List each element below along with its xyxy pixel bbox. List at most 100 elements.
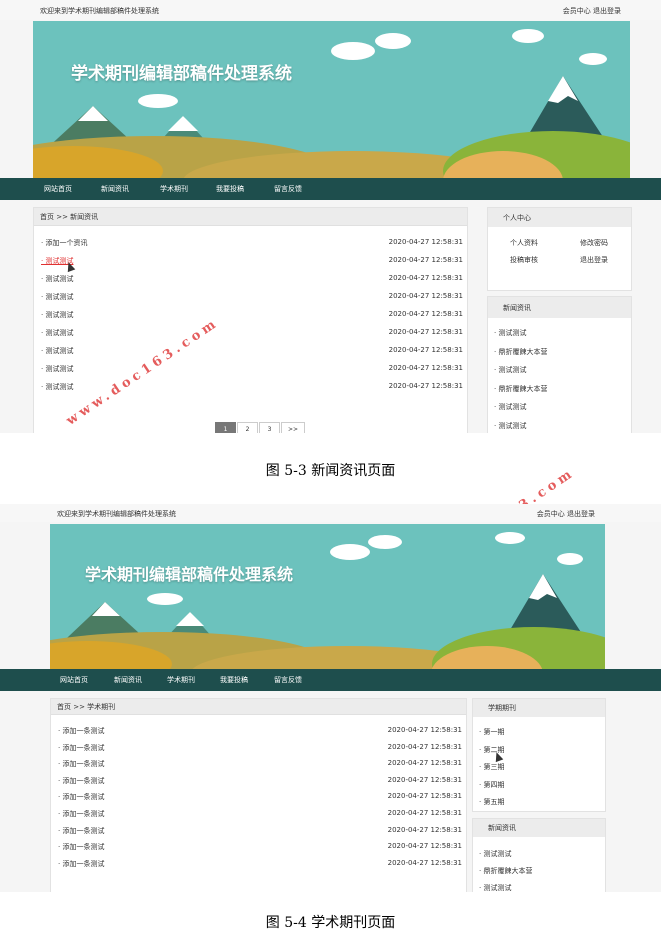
nav-item-news[interactable]: 新闻资讯 [114,675,142,685]
journal-issues-header: 学期期刊 [473,699,605,717]
breadcrumb-text: 首页 >> 新闻资讯 [40,212,99,221]
row-title[interactable]: · 添加一条测试 [58,759,104,769]
next-page-button[interactable]: >> [281,422,305,433]
breadcrumb-text: 首页 >> 学术期刊 [57,702,116,711]
nav-item-feedback[interactable]: 留言反馈 [274,184,302,194]
nav-item-home[interactable]: 网站首页 [60,675,88,685]
row-title[interactable]: · 添加一条测试 [58,792,104,802]
row-title[interactable]: · 添加一条测试 [58,826,104,836]
page-1-button[interactable]: 1 [215,422,236,433]
row-date: 2020-04-27 12:58:31 [388,274,463,282]
sidebar-news-item[interactable]: · 鼎折覆餗大本营 [494,347,547,357]
screenshot-news-page: 欢迎来到学术期刊编辑部稿件处理系统 会员中心 退出登录 学术期刊编辑部稿件处理系… [0,0,661,433]
row-date: 2020-04-27 12:58:31 [388,364,463,372]
row-title[interactable]: · 测试测试 [41,364,73,374]
row-date: 2020-04-27 12:58:31 [388,238,463,246]
nav-item-submit[interactable]: 我要投稿 [220,675,248,685]
user-links[interactable]: 会员中心 退出登录 [537,509,595,519]
news-sidebar-title: 新闻资讯 [503,303,531,312]
logout-link[interactable]: 退出登录 [580,255,608,265]
news-sidebar: 新闻资讯 · 测试测试 · 鼎折覆餗大本营 · 测试测试 · 鼎折覆餗大本营 · 测试测… [487,296,632,433]
change-password-link[interactable]: 修改密码 [580,238,608,248]
sidebar-news-item[interactable]: · 测试测试 [494,402,526,412]
banner: 学术期刊编辑部稿件处理系统 [50,524,605,669]
row-date: 2020-04-27 12:58:31 [387,726,462,734]
member-center-header: 个人中心 [488,208,631,227]
breadcrumb: 首页 >> 新闻资讯 [34,208,467,226]
news-sidebar-header: 新闻资讯 [488,297,631,318]
sidebar-news-item[interactable]: · 测试测试 [494,421,526,431]
row-title[interactable]: · 测试测试 [41,274,73,284]
user-links[interactable]: 会员中心 退出登录 [563,6,621,16]
sidebar-news-item[interactable]: · 鼎折覆餗大本营 [479,866,532,876]
row-title[interactable]: · 添加一个资讯 [41,238,87,248]
news-sidebar-title: 新闻资讯 [488,824,516,832]
row-date: 2020-04-27 12:58:31 [388,382,463,390]
profile-link[interactable]: 个人资料 [510,238,538,248]
welcome-text: 欢迎来到学术期刊编辑部稿件处理系统 [40,7,159,15]
sidebar-issue-item[interactable]: · 第五期 [479,797,504,807]
row-date: 2020-04-27 12:58:31 [387,775,462,784]
nav-item-submit[interactable]: 我要投稿 [216,184,244,194]
banner-landscape [50,524,605,669]
journal-issues-title: 学期期刊 [488,704,516,712]
sidebar-news-item[interactable]: · 测试测试 [494,328,526,338]
row-title[interactable]: · 测试测试 [41,382,73,392]
row-date: 2020-04-27 12:58:31 [387,792,462,801]
row-title[interactable]: · 测试测试 [41,310,73,320]
page-2-button[interactable]: 2 [237,422,258,433]
banner-landscape [33,21,630,178]
row-date: 2020-04-27 12:58:31 [387,742,462,751]
news-sidebar: 新闻资讯 · 测试测试 · 鼎折覆餗大本营 · 测试测试 [472,818,606,892]
top-bar: 欢迎来到学术期刊编辑部稿件处理系统 会员中心 退出登录 [0,0,661,20]
row-date: 2020-04-27 12:58:31 [388,256,463,264]
row-title[interactable]: · 添加一条测试 [58,743,104,753]
nav-item-home[interactable]: 网站首页 [44,184,72,194]
banner-title: 学术期刊编辑部稿件处理系统 [71,64,292,84]
main-nav: 网站首页 新闻资讯 学术期刊 我要投稿 留言反馈 [0,178,661,200]
screenshot-journal-page: 欢迎来到学术期刊编辑部稿件处理系统 会员中心 退出登录 学术期刊编辑部稿件处理系… [0,504,661,892]
member-center-box: 个人中心 个人资料 修改密码 投稿审核 退出登录 [487,207,632,291]
submission-review-link[interactable]: 投稿审核 [510,255,538,265]
row-title[interactable]: · 测试测试 [41,346,73,356]
row-date: 2020-04-27 12:58:31 [388,328,463,336]
sidebar-issue-item[interactable]: · 第四期 [479,780,504,790]
nav-item-feedback[interactable]: 留言反馈 [274,675,302,685]
row-title[interactable]: · 添加一条测试 [58,842,104,852]
sidebar-news-item[interactable]: · 测试测试 [494,365,526,375]
figure-caption-2: 图 5-4 学术期刊页面 [265,915,396,931]
breadcrumb: 首页 >> 学术期刊 [51,699,466,715]
sidebar-news-item[interactable]: · 鼎折覆餗大本营 [494,384,547,394]
sidebar-issue-item[interactable]: · 第三期 [479,762,504,772]
row-date: 2020-04-27 12:58:31 [387,825,462,834]
top-bar: 欢迎来到学术期刊编辑部稿件处理系统 会员中心 退出登录 [0,504,661,522]
row-title[interactable]: · 添加一条测试 [58,809,104,819]
nav-item-journal[interactable]: 学术期刊 [167,675,195,685]
sidebar-issue-item[interactable]: · 第一期 [479,727,504,737]
nav-item-journal[interactable]: 学术期刊 [160,184,188,194]
banner-title: 学术期刊编辑部稿件处理系统 [85,565,294,584]
welcome-text: 欢迎来到学术期刊编辑部稿件处理系统 [57,510,176,518]
row-date: 2020-04-27 12:58:31 [387,858,462,867]
row-title[interactable]: · 添加一条测试 [58,726,104,736]
row-title[interactable]: · 测试测试 [41,328,73,338]
news-sidebar-header: 新闻资讯 [473,819,605,837]
page-3-button[interactable]: 3 [259,422,280,433]
row-date: 2020-04-27 12:58:31 [387,842,462,851]
row-title[interactable]: · 添加一条测试 [58,859,104,869]
sidebar-news-item[interactable]: · 测试测试 [479,849,511,859]
row-date: 2020-04-27 12:58:31 [388,292,463,300]
row-title[interactable]: · 添加一条测试 [58,776,104,786]
banner: 学术期刊编辑部稿件处理系统 [33,21,630,178]
row-title[interactable]: · 测试测试 [41,292,73,302]
sidebar-news-item[interactable]: · 测试测试 [479,883,511,892]
row-date: 2020-04-27 12:58:31 [387,809,462,817]
journal-list-panel: 首页 >> 学术期刊 · 添加一条测试 2020-04-27 12:58:31 · … [50,698,467,892]
main-nav: 网站首页 新闻资讯 学术期刊 我要投稿 留言反馈 [0,669,661,691]
nav-item-news[interactable]: 新闻资讯 [101,184,129,194]
row-date: 2020-04-27 12:58:31 [387,759,462,768]
journal-issues-sidebar: 学期期刊 · 第一期 · 第二期 · 第三期 · 第四期 · 第五期 [472,698,606,812]
row-date: 2020-04-27 12:58:31 [388,346,463,354]
row-date: 2020-04-27 12:58:31 [388,310,463,318]
member-center-title: 个人中心 [503,213,531,222]
